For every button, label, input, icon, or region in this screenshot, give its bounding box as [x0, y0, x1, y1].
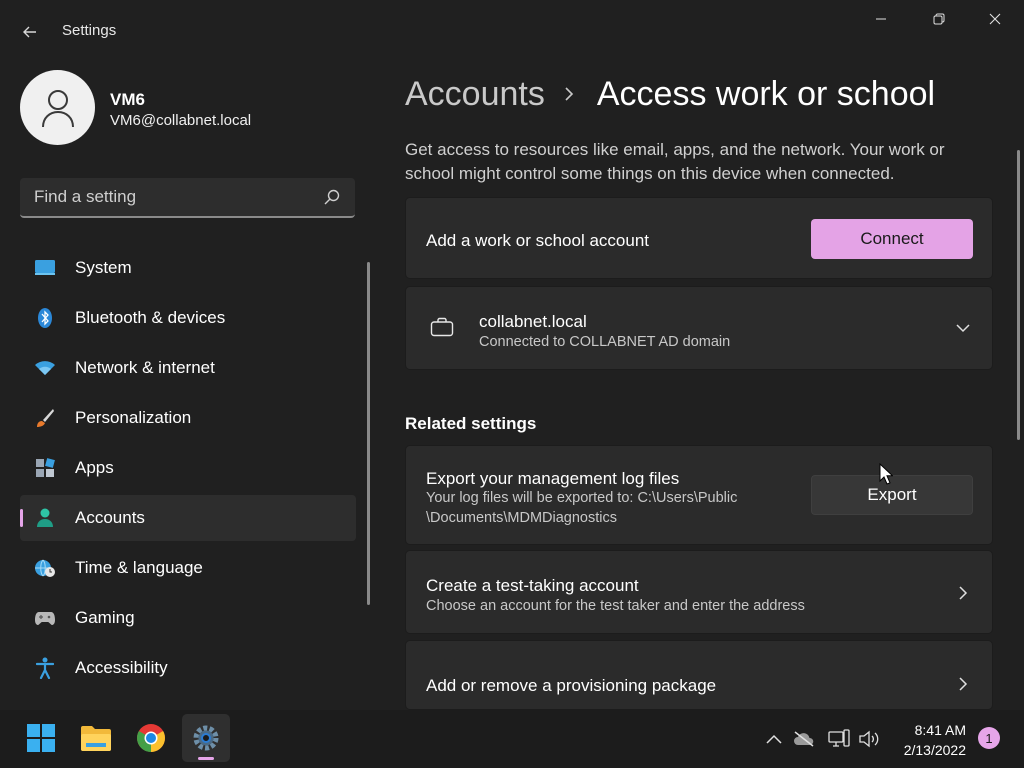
accessibility-icon: [34, 657, 56, 679]
sidebar-nav: System Bluetooth & devices Network & int…: [20, 245, 356, 695]
sidebar-item-label: Time & language: [75, 558, 203, 577]
globe-clock-icon: [34, 557, 56, 579]
test-account-subtitle: Choose an account for the test taker and…: [426, 598, 805, 614]
sidebar-item-time-language[interactable]: Time & language: [20, 545, 356, 591]
page-description: Get access to resources like email, apps…: [405, 140, 945, 183]
notification-badge[interactable]: 1: [978, 727, 1000, 749]
chrome-icon: [137, 724, 165, 752]
user-email: VM6@collabnet.local: [110, 112, 252, 129]
system-icon: [34, 257, 56, 279]
sidebar-item-label: Accounts: [75, 508, 145, 527]
sidebar-scrollbar[interactable]: [367, 262, 370, 605]
chevron-up-icon[interactable]: [763, 728, 785, 750]
brush-icon: [34, 407, 56, 429]
network-monitor-icon[interactable]: [828, 728, 850, 750]
file-explorer-button[interactable]: [72, 714, 120, 762]
search-box[interactable]: [20, 178, 355, 218]
export-logs-path-line1: Your log files will be exported to: C:\U…: [426, 490, 738, 506]
taskbar-clock[interactable]: 8:41 AM 2/13/2022: [880, 720, 966, 760]
close-button[interactable]: [966, 0, 1024, 38]
restore-button[interactable]: [910, 0, 968, 38]
export-logs-path-line2: \Documents\MDMDiagnostics: [426, 510, 617, 526]
sidebar-item-label: System: [75, 258, 132, 277]
back-arrow-icon: [23, 26, 36, 38]
breadcrumb: Accounts Access work or school: [405, 72, 935, 116]
search-icon[interactable]: [323, 188, 341, 206]
add-account-label: Add a work or school account: [426, 231, 650, 250]
gamepad-icon: [34, 607, 56, 629]
test-taking-account-card[interactable]: Create a test-taking account Choose an a…: [405, 550, 993, 634]
clock-date: 2/13/2022: [903, 742, 966, 758]
chevron-right-icon: [563, 86, 575, 102]
chrome-button[interactable]: [127, 714, 175, 762]
avatar: [20, 70, 95, 145]
sidebar-item-bluetooth[interactable]: Bluetooth & devices: [20, 295, 356, 341]
briefcase-icon: [430, 317, 454, 337]
sidebar-item-label: Bluetooth & devices: [75, 308, 226, 327]
restore-icon: [933, 13, 945, 25]
title-bar: Settings: [0, 0, 1024, 48]
accounts-icon: [34, 507, 56, 529]
sidebar-item-apps[interactable]: Apps: [20, 445, 356, 491]
chevron-right-icon: [959, 586, 968, 600]
sidebar-item-gaming[interactable]: Gaming: [20, 595, 356, 641]
sidebar-item-accounts[interactable]: Accounts: [20, 495, 356, 541]
settings-taskbar-button[interactable]: [182, 714, 230, 762]
account-status: Connected to COLLABNET AD domain: [479, 334, 731, 350]
sidebar-item-label: Network & internet: [75, 358, 215, 377]
related-settings-heading: Related settings: [405, 414, 537, 433]
back-button[interactable]: [14, 16, 46, 48]
search-input[interactable]: [20, 178, 310, 216]
sidebar-item-label: Gaming: [75, 608, 135, 627]
sidebar-item-label: Accessibility: [75, 658, 168, 677]
account-domain: collabnet.local: [479, 312, 587, 331]
sidebar-item-accessibility[interactable]: Accessibility: [20, 645, 356, 691]
breadcrumb-parent[interactable]: Accounts: [405, 75, 545, 114]
volume-icon[interactable]: [858, 728, 880, 750]
minimize-button[interactable]: [852, 0, 910, 38]
app-title: Settings: [62, 22, 117, 39]
export-logs-title: Export your management log files: [426, 469, 680, 488]
onedrive-offline-icon[interactable]: [793, 728, 815, 750]
user-name: VM6: [110, 90, 145, 109]
clock-time: 8:41 AM: [914, 722, 966, 738]
add-account-card: Add a work or school account Connect: [405, 197, 993, 279]
settings-gear-icon: [193, 725, 219, 751]
sidebar-item-system[interactable]: System: [20, 245, 356, 291]
connect-button[interactable]: Connect: [811, 219, 973, 259]
user-profile[interactable]: VM6 VM6@collabnet.local: [20, 70, 360, 146]
sidebar-item-network[interactable]: Network & internet: [20, 345, 356, 391]
page-title: Access work or school: [596, 74, 936, 113]
sidebar-item-label: Apps: [75, 458, 114, 477]
provisioning-package-card[interactable]: Add or remove a provisioning package: [405, 640, 993, 710]
start-button[interactable]: [17, 714, 65, 762]
test-account-title: Create a test-taking account: [426, 576, 639, 595]
sidebar-item-label: Personalization: [75, 408, 192, 427]
chevron-down-icon[interactable]: [955, 320, 971, 336]
bluetooth-icon: [34, 307, 56, 329]
active-indicator: [20, 509, 23, 527]
taskbar: 8:41 AM 2/13/2022 1: [0, 710, 1024, 768]
connected-account-card[interactable]: collabnet.local Connected to COLLABNET A…: [405, 286, 993, 370]
main-scrollbar[interactable]: [1017, 150, 1020, 440]
close-icon: [989, 13, 1001, 25]
provisioning-title: Add or remove a provisioning package: [426, 676, 717, 695]
person-icon: [41, 89, 74, 127]
minimize-icon: [876, 18, 886, 20]
apps-icon: [34, 457, 56, 479]
export-logs-card: Export your management log files Your lo…: [405, 445, 993, 545]
windows-start-icon: [27, 724, 55, 752]
sidebar-item-personalization[interactable]: Personalization: [20, 395, 356, 441]
chevron-right-icon: [959, 677, 968, 691]
wifi-icon: [34, 357, 56, 379]
active-app-indicator: [198, 757, 214, 760]
mouse-cursor-icon: [879, 463, 893, 485]
file-explorer-icon: [81, 726, 111, 751]
